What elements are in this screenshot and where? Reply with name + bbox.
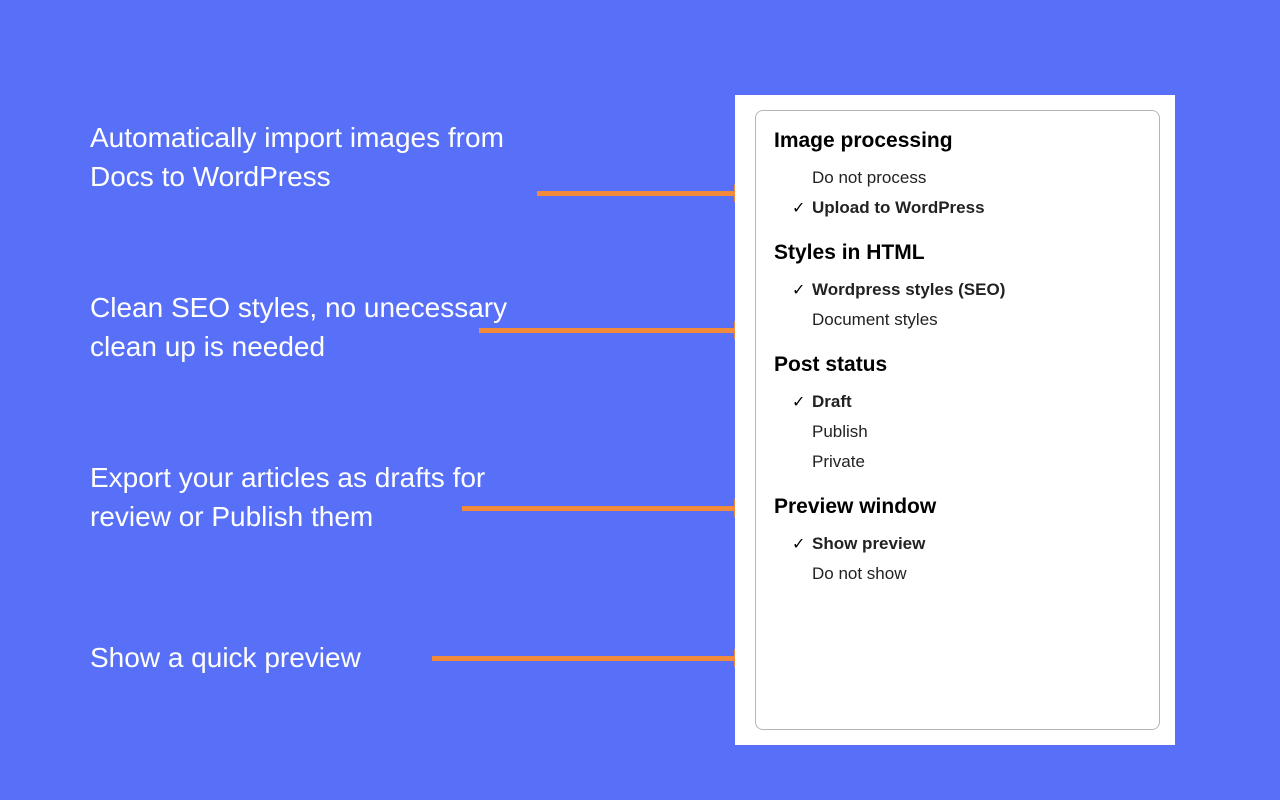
- section-title-image-processing: Image processing: [774, 129, 1141, 153]
- settings-panel-container: Image processing Do not process ✓ Upload…: [735, 95, 1175, 745]
- option-publish[interactable]: Publish: [774, 417, 1141, 447]
- option-label: Upload to WordPress: [812, 198, 1141, 218]
- section-title-preview-window: Preview window: [774, 495, 1141, 519]
- option-label: Do not show: [812, 564, 1141, 584]
- checkmark-icon: ✓: [792, 534, 808, 554]
- option-document-styles[interactable]: Document styles: [774, 305, 1141, 335]
- option-do-not-show[interactable]: Do not show: [774, 559, 1141, 589]
- option-label: Do not process: [812, 168, 1141, 188]
- option-label: Draft: [812, 392, 1141, 412]
- option-upload-to-wordpress[interactable]: ✓ Upload to WordPress: [774, 193, 1141, 223]
- section-title-post-status: Post status: [774, 353, 1141, 377]
- section-title-styles-in-html: Styles in HTML: [774, 241, 1141, 265]
- option-do-not-process[interactable]: Do not process: [774, 163, 1141, 193]
- option-wordpress-styles-seo[interactable]: ✓ Wordpress styles (SEO): [774, 275, 1141, 305]
- checkmark-icon: ✓: [792, 198, 808, 218]
- option-label: Publish: [812, 422, 1141, 442]
- option-label: Document styles: [812, 310, 1141, 330]
- option-private[interactable]: Private: [774, 447, 1141, 477]
- checkmark-icon: ✓: [792, 392, 808, 412]
- description-export-drafts: Export your articles as drafts for revie…: [90, 458, 530, 536]
- checkmark-icon: ✓: [792, 280, 808, 300]
- description-seo-styles: Clean SEO styles, no unecessary clean up…: [90, 288, 530, 366]
- option-label: Private: [812, 452, 1141, 472]
- description-import-images: Automatically import images from Docs to…: [90, 118, 530, 196]
- option-label: Show preview: [812, 534, 1141, 554]
- option-show-preview[interactable]: ✓ Show preview: [774, 529, 1141, 559]
- option-draft[interactable]: ✓ Draft: [774, 387, 1141, 417]
- option-label: Wordpress styles (SEO): [812, 280, 1141, 300]
- settings-panel: Image processing Do not process ✓ Upload…: [755, 110, 1160, 730]
